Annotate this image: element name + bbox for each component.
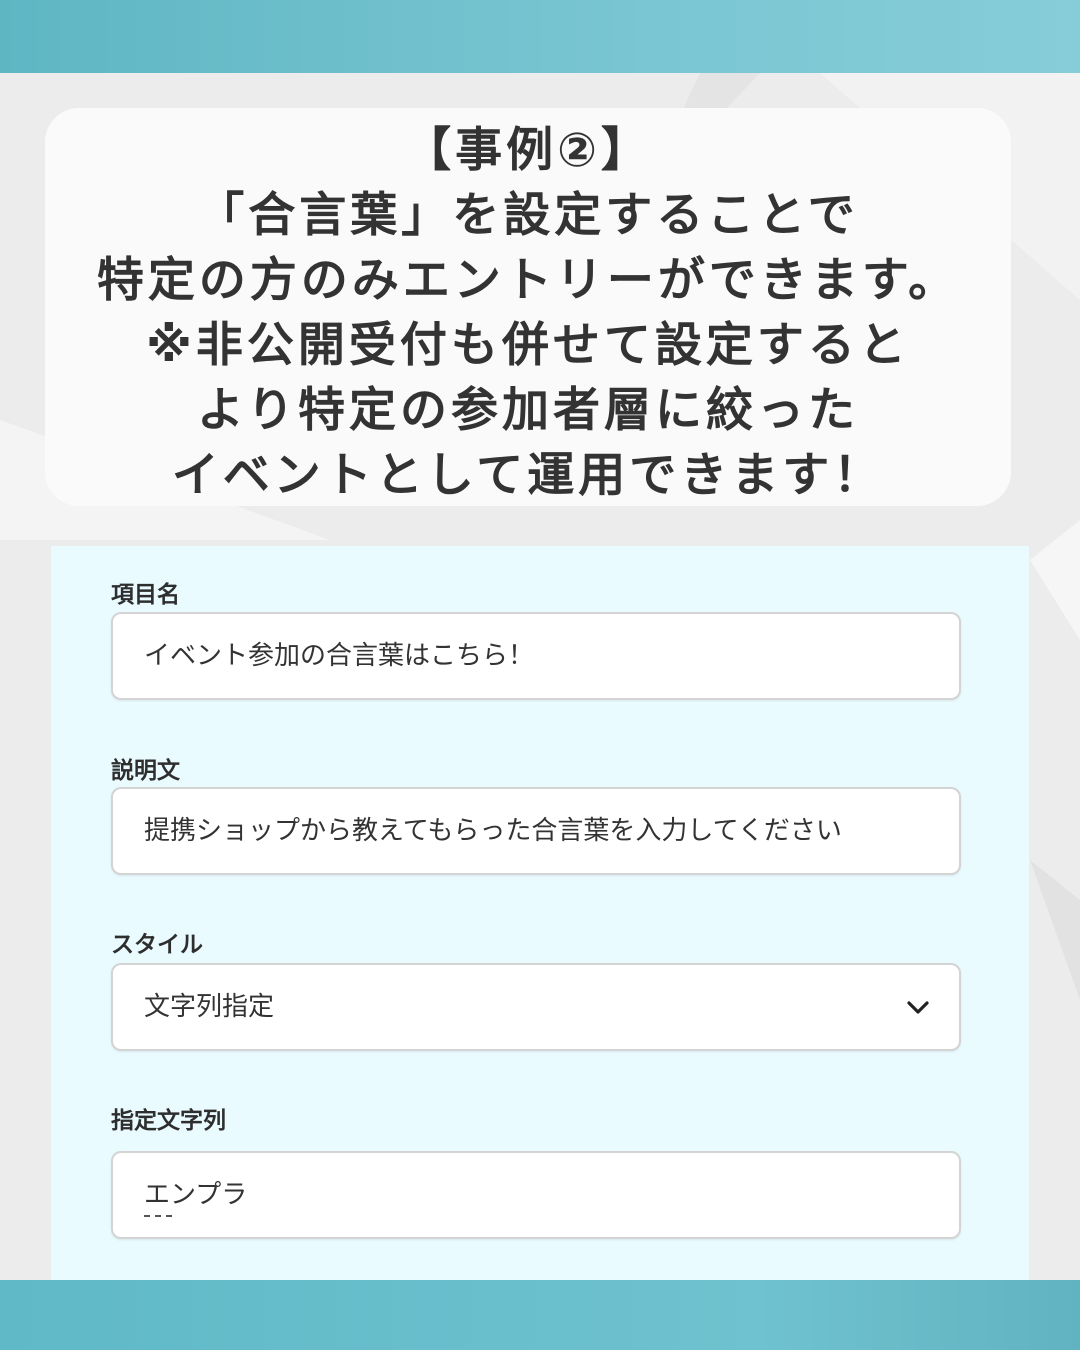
headline-line-4: ※非公開受付も併せて設定すると <box>146 318 910 373</box>
headline-line-6: イベントとして運用できます！ <box>171 448 885 503</box>
specified-string-input[interactable]: エンプラ <box>111 1151 961 1239</box>
style-label: スタイル <box>111 932 203 958</box>
headline-line-5: より特定の参加者層に絞った <box>196 383 860 438</box>
item-name-label: 項目名 <box>111 582 180 608</box>
headline-line-2: 「合言葉」を設定することで <box>197 188 859 243</box>
specified-string-value: エンプラ <box>144 1180 248 1210</box>
style-selected-value: 文字列指定 <box>144 992 275 1022</box>
headline-card: 【事例②】 「合言葉」を設定することで 特定の方のみエントリーができます。 ※非… <box>45 108 1011 506</box>
description-value: 提携ショップから教えてもらった合言葉を入力してください <box>144 816 842 846</box>
bottom-banner <box>0 1280 1080 1350</box>
top-banner <box>0 0 1080 73</box>
chevron-down-icon <box>907 1001 929 1014</box>
specified-string-label: 指定文字列 <box>111 1108 226 1134</box>
headline-text: 【事例②】 「合言葉」を設定することで 特定の方のみエントリーができます。 ※非… <box>45 118 1011 508</box>
ime-composition-underline <box>144 1215 172 1217</box>
description-label: 説明文 <box>111 758 180 784</box>
headline-line-3: 特定の方のみエントリーができます。 <box>96 253 960 308</box>
headline-line-1: 【事例②】 <box>404 123 652 178</box>
item-name-value: イベント参加の合言葉はこちら！ <box>144 641 535 671</box>
description-input[interactable]: 提携ショップから教えてもらった合言葉を入力してください <box>111 787 961 875</box>
item-name-input[interactable]: イベント参加の合言葉はこちら！ <box>111 612 961 700</box>
style-select[interactable]: 文字列指定 <box>111 963 961 1051</box>
